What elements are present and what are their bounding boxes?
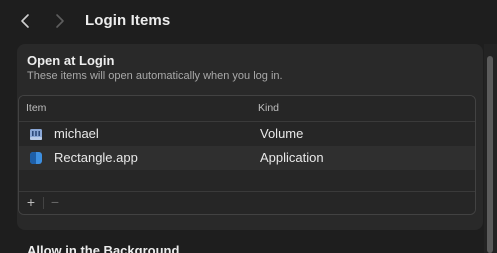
chevron-left-icon — [21, 14, 29, 28]
item-kind: Application — [260, 150, 324, 165]
remove-item-button[interactable]: − — [46, 193, 64, 212]
section-description: These items will open automatically when… — [27, 70, 283, 82]
add-item-button[interactable]: + — [22, 193, 40, 212]
footer-divider — [43, 197, 44, 209]
login-items-window: Login Items Open at Login These items wi… — [0, 0, 497, 253]
column-header-kind[interactable]: Kind — [258, 102, 279, 114]
open-at-login-section: Open at Login These items will open auto… — [17, 44, 483, 230]
table-footer: + − — [19, 191, 475, 214]
table-row[interactable]: Rectangle.app Application — [19, 146, 475, 170]
empty-row — [19, 170, 475, 191]
title-bar: Login Items — [0, 0, 497, 44]
item-kind: Volume — [260, 126, 304, 141]
login-items-table: Item Kind michael Volume Rectangle.app A… — [18, 95, 476, 215]
chevron-right-icon — [56, 14, 64, 28]
section-title: Open at Login — [27, 53, 115, 68]
page-title: Login Items — [85, 12, 171, 29]
column-header-item[interactable]: Item — [26, 102, 46, 114]
forward-button[interactable] — [51, 12, 69, 30]
table-row[interactable]: michael Volume — [19, 122, 475, 146]
item-name: Rectangle.app — [54, 150, 138, 165]
back-button[interactable] — [16, 12, 34, 30]
item-name: michael — [54, 126, 99, 141]
scrollbar-thumb[interactable] — [487, 56, 493, 253]
volume-icon — [29, 127, 43, 141]
rectangle-app-icon — [29, 151, 43, 165]
table-header: Item Kind — [19, 96, 475, 122]
allow-in-background-title: Allow in the Background — [27, 243, 180, 253]
